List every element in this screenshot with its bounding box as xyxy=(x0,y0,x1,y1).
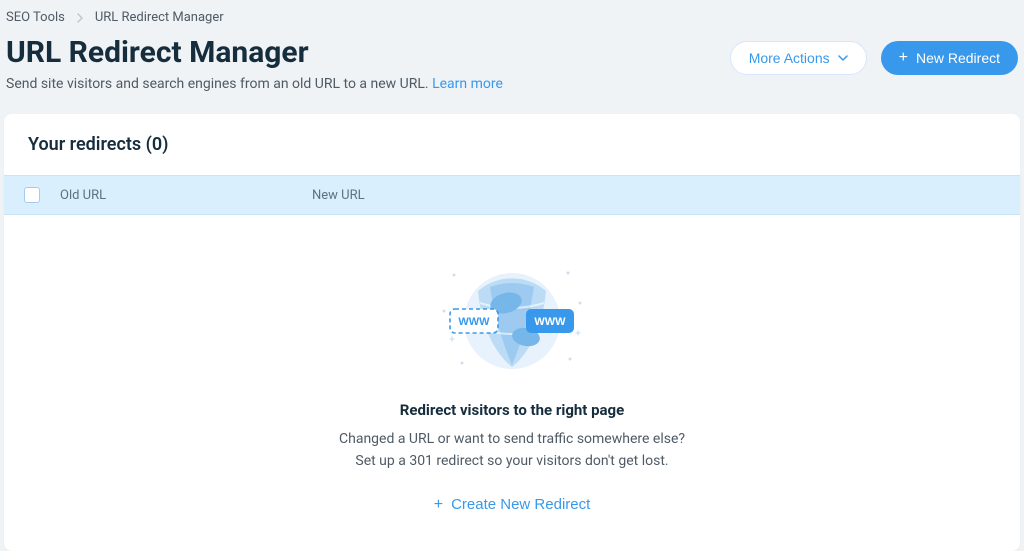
breadcrumb-parent[interactable]: SEO Tools xyxy=(6,10,65,25)
create-new-redirect-button[interactable]: + Create New Redirect xyxy=(434,496,591,513)
create-new-redirect-label: Create New Redirect xyxy=(451,496,590,513)
redirects-card: Your redirects (0) Old URL New URL xyxy=(4,114,1020,551)
empty-line-2: Set up a 301 redirect so your visitors d… xyxy=(355,453,668,469)
plus-icon: + xyxy=(899,50,908,66)
breadcrumb: SEO Tools URL Redirect Manager xyxy=(4,0,1020,35)
new-redirect-button[interactable]: + New Redirect xyxy=(881,41,1018,75)
column-new-url: New URL xyxy=(312,188,365,203)
more-actions-button[interactable]: More Actions xyxy=(730,41,867,75)
page-title: URL Redirect Manager xyxy=(6,35,503,70)
new-redirect-label: New Redirect xyxy=(916,50,1000,66)
empty-state: WWW WWW Redirect visitors to the right p… xyxy=(4,215,1020,551)
chevron-down-icon xyxy=(838,53,848,63)
empty-line-1: Changed a URL or want to send traffic so… xyxy=(339,431,685,447)
globe-redirect-illustration: WWW WWW xyxy=(432,263,592,383)
breadcrumb-current: URL Redirect Manager xyxy=(95,10,224,25)
page-header: URL Redirect Manager Send site visitors … xyxy=(4,35,1020,92)
select-all-cell xyxy=(4,187,60,203)
learn-more-link[interactable]: Learn more xyxy=(432,76,503,92)
more-actions-label: More Actions xyxy=(749,50,830,66)
column-old-url: Old URL xyxy=(60,188,312,203)
subtitle-text: Send site visitors and search engines fr… xyxy=(6,76,432,92)
chevron-right-icon xyxy=(75,13,85,23)
plus-icon: + xyxy=(434,497,443,513)
empty-state-subtitle: Changed a URL or want to send traffic so… xyxy=(24,429,1000,472)
header-actions: More Actions + New Redirect xyxy=(730,35,1018,75)
empty-state-title: Redirect visitors to the right page xyxy=(24,401,1000,419)
select-all-checkbox[interactable] xyxy=(24,187,40,203)
www-old-badge: WWW xyxy=(458,316,490,328)
card-title: Your redirects (0) xyxy=(4,114,1020,175)
www-new-badge: WWW xyxy=(534,316,566,328)
page-subtitle: Send site visitors and search engines fr… xyxy=(6,76,503,92)
table-header-row: Old URL New URL xyxy=(4,175,1020,215)
